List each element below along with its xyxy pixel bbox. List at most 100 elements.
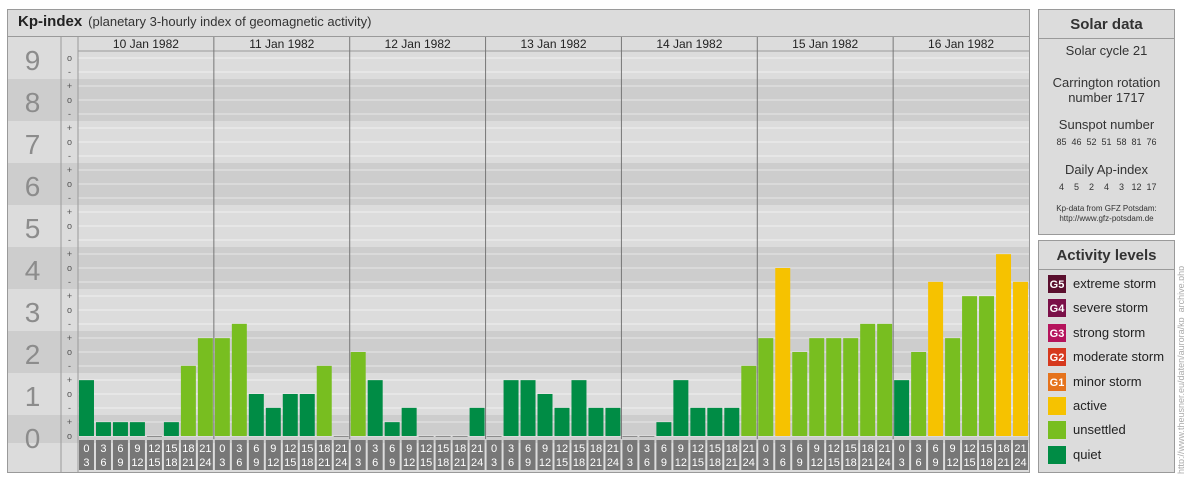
hour-label-end: 21 — [454, 457, 466, 469]
solar-data-panel: Solar data Solar cycle 21 Carrington rot… — [1038, 9, 1175, 235]
hour-label-start: 12 — [148, 443, 160, 455]
hour-label-end: 3 — [83, 457, 89, 469]
hour-label-start: 12 — [828, 443, 840, 455]
hour-label-start: 3 — [644, 443, 650, 455]
kp-bar — [741, 365, 757, 436]
hour-label-start: 12 — [420, 443, 432, 455]
sunspot-values: 85 46 52 51 58 81 76 — [1039, 137, 1174, 147]
solar-data-title: Solar data — [1070, 16, 1143, 33]
hour-label-start: 21 — [879, 443, 891, 455]
hour-label-start: 12 — [692, 443, 704, 455]
hour-label-start: 12 — [963, 443, 975, 455]
hour-label-start: 9 — [950, 443, 956, 455]
hour-label-start: 21 — [335, 443, 347, 455]
levels-divider — [1039, 269, 1174, 270]
hour-label-end: 6 — [916, 457, 922, 469]
kp-bar — [129, 422, 145, 436]
kp-bar — [758, 338, 774, 436]
hour-label-end: 6 — [780, 457, 786, 469]
y-tick-label: 3 — [25, 297, 41, 328]
hour-label-end: 24 — [471, 457, 483, 469]
level-swatch — [1047, 420, 1067, 441]
hour-label-end: 9 — [797, 457, 803, 469]
hour-label-start: 0 — [355, 443, 361, 455]
level-swatch: G5 — [1047, 274, 1067, 294]
hour-label-end: 18 — [845, 457, 857, 469]
sunspot-value-6: 76 — [1146, 137, 1157, 147]
hour-label-start: 0 — [83, 443, 89, 455]
sunspot-value-2: 52 — [1086, 137, 1097, 147]
source-watermark: http://www.theusner.eu/daten/aurora/kp_a… — [1176, 265, 1184, 474]
kp-bar — [163, 422, 179, 436]
y-tick-label: 6 — [25, 171, 41, 202]
hour-label-end: 12 — [131, 457, 143, 469]
hour-label-start: 18 — [318, 443, 330, 455]
kp-bar — [384, 422, 400, 436]
hour-label-start: 9 — [406, 443, 412, 455]
sunspot-title: Sunspot number — [1058, 117, 1155, 132]
kp-bar — [231, 323, 247, 436]
kp-bar — [146, 436, 162, 437]
ap-title: Daily Ap-index — [1064, 162, 1149, 177]
day-label: 14 Jan 1982 — [656, 37, 722, 51]
hour-label-start: 3 — [508, 443, 514, 455]
level-swatch: G2 — [1047, 347, 1067, 368]
kp-bar — [826, 338, 842, 436]
hour-label-end: 24 — [1014, 457, 1026, 469]
hour-label-end: 21 — [182, 457, 194, 469]
day-label: 13 Jan 1982 — [520, 37, 586, 51]
kp-bar — [979, 296, 995, 436]
hour-label-start: 0 — [491, 443, 497, 455]
hour-label-end: 6 — [644, 457, 650, 469]
hour-label-end: 9 — [253, 457, 259, 469]
sub-tick-label: + — [67, 417, 72, 427]
hour-label-start: 15 — [165, 443, 177, 455]
day-label: 10 Jan 1982 — [113, 37, 179, 51]
ap-values: 4 5 2 4 3 12 17 — [1039, 182, 1174, 192]
day-label: 16 Jan 1982 — [928, 37, 994, 51]
hour-label-start: 3 — [916, 443, 922, 455]
level-swatch — [1047, 444, 1067, 465]
level-label: active — [1073, 398, 1107, 413]
y-tick-label: 7 — [25, 129, 41, 160]
hour-label-start: 3 — [372, 443, 378, 455]
hour-label-end: 21 — [318, 457, 330, 469]
kp-bar-chart: 0123456789o+-o+-o+-o+-o+-o+-o+-o+-o+-o10… — [8, 37, 1029, 473]
hour-label-start: 9 — [678, 443, 684, 455]
kp-bar — [452, 436, 468, 437]
hour-label-start: 15 — [573, 443, 585, 455]
hour-label-end: 15 — [420, 457, 432, 469]
hour-label-end: 6 — [372, 457, 378, 469]
kp-bar — [265, 407, 281, 436]
kp-bar — [1013, 281, 1028, 436]
sub-tick-label: o — [67, 179, 72, 189]
kp-bar — [316, 365, 332, 436]
sub-tick-label: + — [67, 123, 72, 133]
hour-label-start: 18 — [997, 443, 1009, 455]
sub-tick-label: + — [67, 375, 72, 385]
hour-label-end: 12 — [267, 457, 279, 469]
hour-label-start: 6 — [661, 443, 667, 455]
hour-label-start: 6 — [525, 443, 531, 455]
activity-levels-title: Activity levels — [1056, 247, 1157, 264]
kp-bar — [809, 338, 825, 436]
hour-label-end: 18 — [709, 457, 721, 469]
day-label: 11 Jan 1982 — [249, 37, 314, 51]
hour-label-end: 15 — [963, 457, 975, 469]
hour-label-start: 9 — [134, 443, 140, 455]
hour-label-end: 21 — [862, 457, 874, 469]
hour-label-start: 0 — [763, 443, 769, 455]
hour-label-end: 12 — [811, 457, 823, 469]
hour-label-end: 3 — [491, 457, 497, 469]
kp-bar — [622, 436, 638, 437]
kp-bar — [707, 407, 723, 436]
hour-label-end: 9 — [389, 457, 395, 469]
chart-title: Kp-index (planetary 3-hourly index of geo… — [18, 13, 371, 30]
sub-tick-label: + — [67, 249, 72, 259]
hour-label-end: 6 — [100, 457, 106, 469]
level-label: minor storm — [1073, 373, 1142, 389]
kp-bar — [435, 436, 451, 437]
level-swatch: G3 — [1047, 322, 1067, 343]
sub-tick-label: o — [67, 389, 72, 399]
sub-tick-label: o — [67, 137, 72, 147]
